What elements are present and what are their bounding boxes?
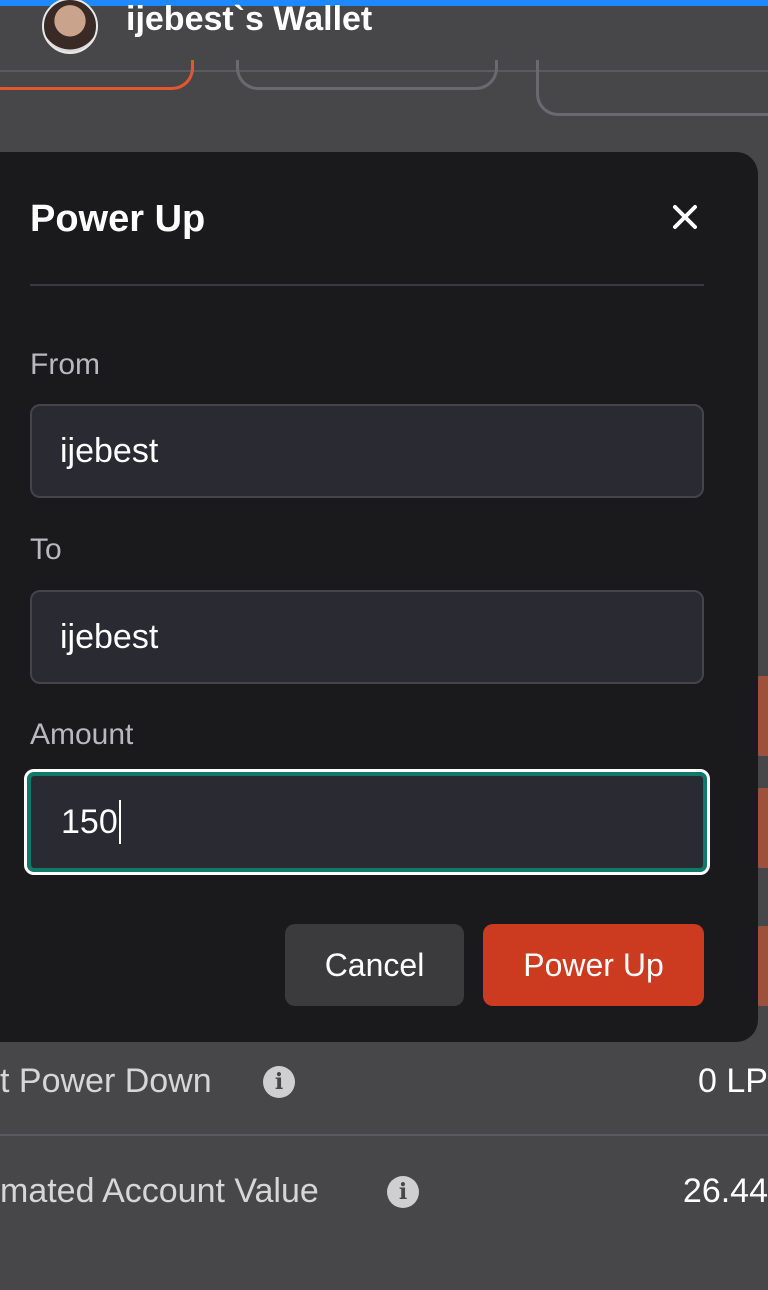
- tab-tertiary[interactable]: [536, 60, 768, 116]
- to-input[interactable]: [30, 590, 704, 684]
- text-caret: [119, 800, 121, 844]
- power-down-row: t Power Down i 0 LP: [0, 1026, 768, 1136]
- row-value: 0 LP: [698, 1062, 768, 1100]
- info-icon[interactable]: i: [263, 1066, 295, 1098]
- from-input[interactable]: [30, 404, 704, 498]
- account-value-row: mated Account Value i 26.44: [0, 1136, 768, 1246]
- tab-secondary[interactable]: [236, 60, 498, 90]
- amount-input[interactable]: [24, 769, 710, 875]
- from-label: From: [30, 348, 100, 381]
- row-label: t Power Down: [0, 1062, 212, 1100]
- modal-title: Power Up: [30, 198, 206, 240]
- power-up-button[interactable]: Power Up: [483, 924, 704, 1006]
- modal-divider: [30, 284, 704, 286]
- cancel-button[interactable]: Cancel: [285, 924, 464, 1006]
- info-icon[interactable]: i: [387, 1176, 419, 1208]
- amount-label: Amount: [30, 718, 134, 751]
- row-label: mated Account Value: [0, 1172, 319, 1210]
- power-up-modal: Power Up From To Amount Cancel Power Up: [0, 152, 758, 1042]
- row-value: 26.44: [682, 1172, 768, 1210]
- wallet-title: ijebest`s Wallet: [126, 0, 373, 38]
- close-icon[interactable]: [664, 196, 708, 240]
- avatar[interactable]: [42, 0, 98, 54]
- tab-active[interactable]: [0, 60, 194, 90]
- to-label: To: [30, 533, 62, 566]
